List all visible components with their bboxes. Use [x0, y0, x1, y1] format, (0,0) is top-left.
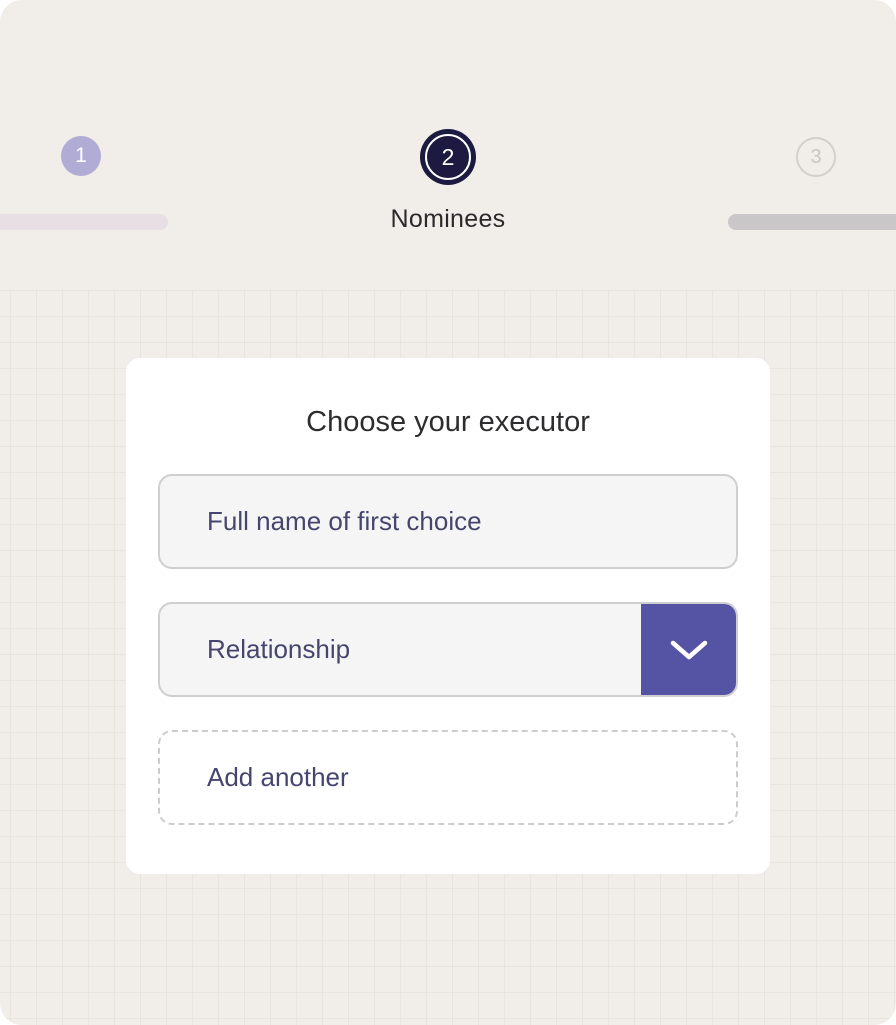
card-title: Choose your executor	[306, 406, 590, 438]
full-name-placeholder: Full name of first choice	[207, 506, 482, 536]
step-1-number: 1	[75, 144, 87, 167]
relationship-placeholder: Relationship	[207, 634, 351, 664]
full-name-input[interactable]: Full name of first choice	[158, 474, 738, 569]
chevron-down-icon	[670, 640, 707, 659]
step-3-indicator[interactable]: 3	[796, 137, 836, 177]
executor-card: Choose your executor Full name of first …	[126, 358, 770, 874]
relationship-dropdown-button[interactable]	[641, 604, 736, 695]
relationship-select[interactable]: Relationship	[158, 602, 738, 697]
page-canvas: 1 2 3 Nominees Choose your executor Full…	[0, 0, 896, 1025]
step-2-indicator[interactable]: 2	[420, 129, 476, 185]
add-another-button[interactable]: Add another	[158, 730, 738, 825]
current-step-label: Nominees	[390, 205, 506, 233]
step-progress-track-right	[728, 214, 896, 230]
step-3-number: 3	[810, 145, 822, 168]
step-progress-track-left	[0, 214, 168, 230]
add-another-label: Add another	[207, 762, 349, 792]
step-2-number: 2	[441, 143, 455, 170]
step-1-indicator[interactable]: 1	[61, 136, 101, 176]
